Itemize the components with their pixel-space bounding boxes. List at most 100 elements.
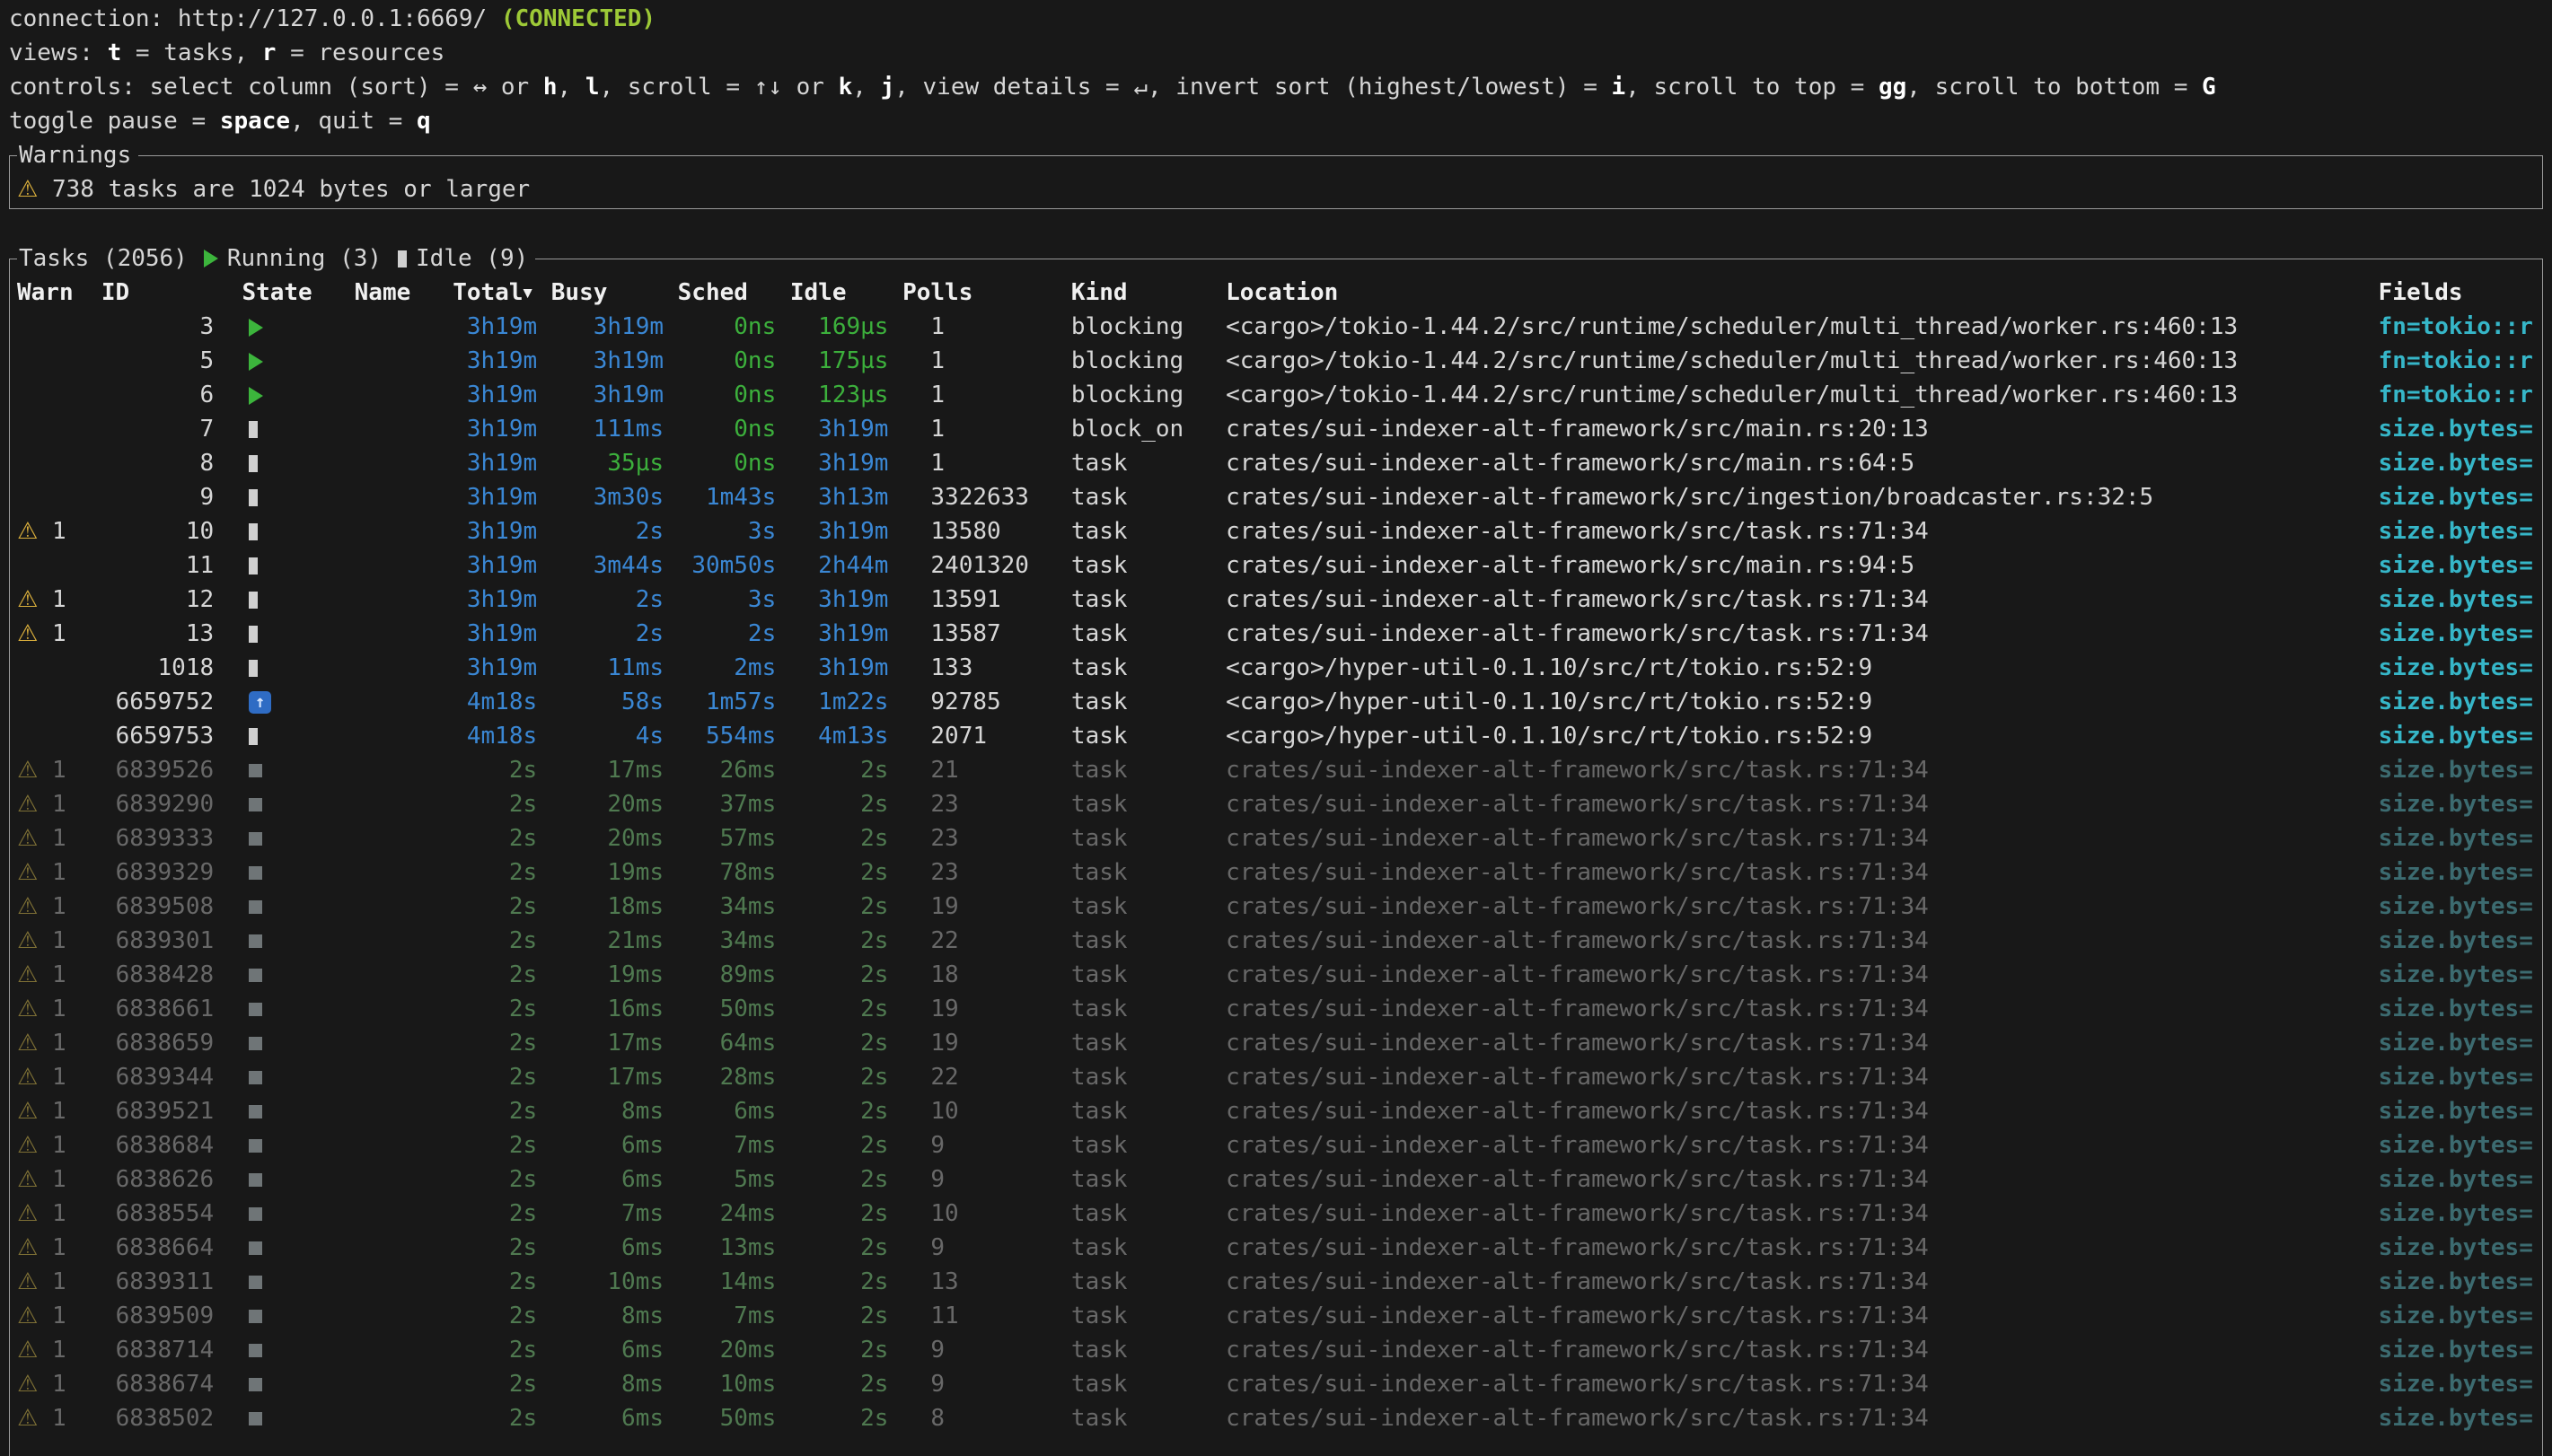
sched-duration: 28ms xyxy=(720,1064,777,1091)
task-row[interactable]: ⚠ 168384282s19ms89ms2s18taskcrates/sui-i… xyxy=(17,958,2542,992)
pause-icon xyxy=(249,489,258,506)
task-row[interactable]: ⚠ 168393012s21ms34ms2s22taskcrates/sui-i… xyxy=(17,924,2542,958)
tasks-table-body: 33h19m3h19m0ns169µs1blocking<cargo>/toki… xyxy=(17,310,2542,1435)
task-row[interactable]: ⚠ 168385542s7ms24ms2s10taskcrates/sui-in… xyxy=(17,1197,2542,1231)
cell-id: 6838626 xyxy=(101,1162,242,1197)
task-row[interactable]: 73h19m111ms0ns3h19m1block_oncrates/sui-i… xyxy=(17,412,2542,446)
stop-icon xyxy=(249,1037,262,1050)
task-row[interactable]: ⚠ 168392902s20ms37ms2s23taskcrates/sui-i… xyxy=(17,787,2542,821)
task-row[interactable]: 10183h19m11ms2ms3h19m133task<cargo>/hype… xyxy=(17,651,2542,685)
busy-duration: 20ms xyxy=(607,825,664,852)
task-row[interactable]: 66597524m18s58s1m57s1m22s92785task<cargo… xyxy=(17,685,2542,719)
idle-duration: 2s xyxy=(860,961,888,988)
cell-id: 6839526 xyxy=(101,753,242,787)
task-row[interactable]: ⚠ 168386612s16ms50ms2s19taskcrates/sui-i… xyxy=(17,992,2542,1026)
task-row[interactable]: ⚠ 168395092s8ms7ms2s11taskcrates/sui-ind… xyxy=(17,1299,2542,1333)
task-row[interactable]: ⚠ 168386642s6ms13ms2s9taskcrates/sui-ind… xyxy=(17,1231,2542,1265)
cell-state xyxy=(242,651,354,685)
cell-location: crates/sui-indexer-alt-framework/src/mai… xyxy=(1226,412,2379,446)
task-row[interactable]: ⚠ 168395212s8ms6ms2s10taskcrates/sui-ind… xyxy=(17,1094,2542,1128)
cell-sched: 50ms xyxy=(678,1401,790,1435)
sched-duration: 78ms xyxy=(720,859,777,886)
cell-total: 3h19m xyxy=(453,344,551,378)
busy-duration: 3h19m xyxy=(594,347,664,374)
busy-duration: 3m44s xyxy=(594,552,664,579)
cell-idle: 2s xyxy=(790,1231,902,1265)
task-row[interactable]: 63h19m3h19m0ns123µs1blocking<cargo>/toki… xyxy=(17,378,2542,412)
cell-kind: task xyxy=(1071,1094,1226,1128)
cell-warn: ⚠ 1 xyxy=(17,617,101,651)
warning-icon: ⚠ xyxy=(17,757,38,784)
text-segment: = resources xyxy=(276,39,444,66)
task-row[interactable]: 113h19m3m44s30m50s2h44m2401320taskcrates… xyxy=(17,548,2542,583)
task-row[interactable]: ⚠ 168386592s17ms64ms2s19taskcrates/sui-i… xyxy=(17,1026,2542,1060)
cell-busy: 6ms xyxy=(551,1401,678,1435)
total-duration: 3h19m xyxy=(467,586,537,613)
cell-name xyxy=(355,1197,453,1231)
cell-idle: 2s xyxy=(790,821,902,855)
cell-sched: 2ms xyxy=(678,651,790,685)
cell-warn xyxy=(17,310,101,344)
task-row[interactable]: ⚠ 168393332s20ms57ms2s23taskcrates/sui-i… xyxy=(17,821,2542,855)
task-row[interactable]: 53h19m3h19m0ns175µs1blocking<cargo>/toki… xyxy=(17,344,2542,378)
cell-sched: 5ms xyxy=(678,1162,790,1197)
task-row[interactable]: ⚠ 168395082s18ms34ms2s19taskcrates/sui-i… xyxy=(17,890,2542,924)
cell-name xyxy=(355,378,453,412)
total-duration: 2s xyxy=(509,927,537,954)
task-row[interactable]: ⚠ 168386842s6ms7ms2s9taskcrates/sui-inde… xyxy=(17,1128,2542,1162)
cell-busy: 8ms xyxy=(551,1299,678,1333)
cell-kind: task xyxy=(1071,583,1226,617)
task-row[interactable]: ⚠ 168386742s8ms10ms2s9taskcrates/sui-ind… xyxy=(17,1367,2542,1401)
task-row[interactable]: ⚠ 1123h19m2s3s3h19m13591taskcrates/sui-i… xyxy=(17,583,2542,617)
cell-fields: size.bytes= xyxy=(2379,514,2542,548)
cell-location: crates/sui-indexer-alt-framework/src/tas… xyxy=(1226,1026,2379,1060)
cell-name xyxy=(355,480,453,514)
cell-name xyxy=(355,583,453,617)
cell-busy: 3m30s xyxy=(551,480,678,514)
total-duration: 2s xyxy=(509,1337,537,1364)
task-row[interactable]: ⚠ 168393442s17ms28ms2s22taskcrates/sui-i… xyxy=(17,1060,2542,1094)
task-row[interactable]: ⚠ 1103h19m2s3s3h19m13580taskcrates/sui-i… xyxy=(17,514,2542,548)
task-row[interactable]: 93h19m3m30s1m43s3h13m3322633taskcrates/s… xyxy=(17,480,2542,514)
fields-value: size.bytes= xyxy=(2379,825,2533,852)
cell-state xyxy=(242,344,354,378)
cell-polls: 11 xyxy=(902,1299,1071,1333)
cell-id: 6839301 xyxy=(101,924,242,958)
cell-polls: 9 xyxy=(902,1231,1071,1265)
cell-idle: 2s xyxy=(790,1333,902,1367)
cell-sched: 57ms xyxy=(678,821,790,855)
cell-sched: 13ms xyxy=(678,1231,790,1265)
text-segment: controls: select column (sort) = xyxy=(9,74,473,101)
task-row[interactable]: 83h19m35µs0ns3h19m1taskcrates/sui-indexe… xyxy=(17,446,2542,480)
task-row[interactable]: ⚠ 168393112s10ms14ms2s13taskcrates/sui-i… xyxy=(17,1265,2542,1299)
task-row[interactable]: ⚠ 168385022s6ms50ms2s8taskcrates/sui-ind… xyxy=(17,1401,2542,1435)
cell-warn: ⚠ 1 xyxy=(17,992,101,1026)
cell-warn xyxy=(17,480,101,514)
task-row[interactable]: 66597534m18s4s554ms4m13s2071task<cargo>/… xyxy=(17,719,2542,753)
cell-polls: 8 xyxy=(902,1401,1071,1435)
cell-idle: 3h13m xyxy=(790,480,902,514)
task-row[interactable]: ⚠ 168387142s6ms20ms2s9taskcrates/sui-ind… xyxy=(17,1333,2542,1367)
cell-name xyxy=(355,1094,453,1128)
column-header-busy: Busy xyxy=(551,276,678,310)
cell-location: crates/sui-indexer-alt-framework/src/tas… xyxy=(1226,1231,2379,1265)
cell-polls: 22 xyxy=(902,1060,1071,1094)
cell-name xyxy=(355,1265,453,1299)
cell-polls: 19 xyxy=(902,890,1071,924)
cell-sched: 0ns xyxy=(678,344,790,378)
task-row[interactable]: ⚠ 1133h19m2s2s3h19m13587taskcrates/sui-i… xyxy=(17,617,2542,651)
sched-duration: 50ms xyxy=(720,1405,777,1432)
warning-icon: ⚠ xyxy=(17,586,38,613)
cell-id: 6838714 xyxy=(101,1333,242,1367)
fields-value: size.bytes= xyxy=(2379,1166,2533,1193)
task-row[interactable]: ⚠ 168393292s19ms78ms2s23taskcrates/sui-i… xyxy=(17,855,2542,890)
cell-kind: task xyxy=(1071,992,1226,1026)
task-row[interactable]: ⚠ 168386262s6ms5ms2s9taskcrates/sui-inde… xyxy=(17,1162,2542,1197)
cell-busy: 11ms xyxy=(551,651,678,685)
cell-polls: 13587 xyxy=(902,617,1071,651)
task-row[interactable]: ⚠ 168395262s17ms26ms2s21taskcrates/sui-i… xyxy=(17,753,2542,787)
task-row[interactable]: 33h19m3h19m0ns169µs1blocking<cargo>/toki… xyxy=(17,310,2542,344)
cell-location: crates/sui-indexer-alt-framework/src/tas… xyxy=(1226,617,2379,651)
text-segment: , invert sort (highest/lowest) = xyxy=(1148,74,1612,101)
cell-polls: 23 xyxy=(902,855,1071,890)
